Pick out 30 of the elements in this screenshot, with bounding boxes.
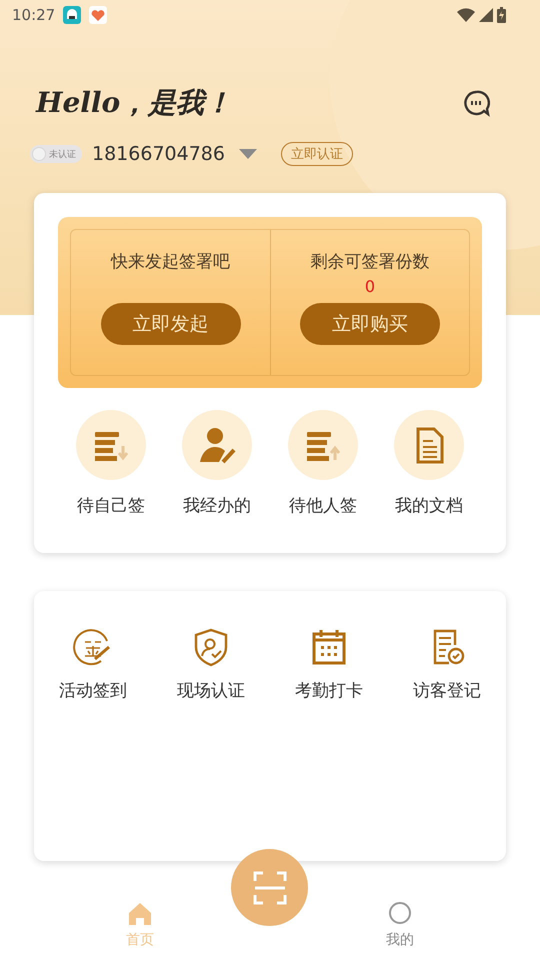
start-button[interactable]: 立即发起 <box>100 303 240 345</box>
clock: 10:27 <box>12 6 56 24</box>
verification-status-badge: 未认证 <box>30 145 82 163</box>
service-label[interactable]: 访客登记 <box>413 679 481 702</box>
phone-number: 18166704786 <box>92 143 225 165</box>
app-notification-icon <box>63 6 82 24</box>
person-pen-icon <box>182 410 252 480</box>
service-label[interactable]: 考勤打卡 <box>295 679 363 702</box>
service-label[interactable]: 活动签到 <box>59 679 127 702</box>
action-label[interactable]: 待他人签 <box>289 494 357 517</box>
nav-tab[interactable]: 我的 <box>380 880 420 960</box>
home-icon <box>126 900 154 928</box>
document-icon <box>394 410 464 480</box>
signal-icon <box>479 8 493 22</box>
greeting-text: Hello，是我！ <box>36 85 232 121</box>
action-label[interactable]: 待自己签 <box>77 494 145 517</box>
caret-icon[interactable] <box>238 148 257 160</box>
scan-icon <box>252 870 288 906</box>
message-icon[interactable] <box>462 89 490 117</box>
signature-seal-icon <box>73 627 113 667</box>
wifi-icon <box>457 8 475 22</box>
panel-prompt: 剩余可签署份数 <box>310 251 430 273</box>
buy-button[interactable]: 立即购买 <box>300 303 440 345</box>
action-label[interactable]: 我经办的 <box>183 494 251 517</box>
app-notification-icon <box>89 6 108 24</box>
remaining-count: 0 <box>364 277 376 298</box>
service-label[interactable]: 现场认证 <box>177 679 245 702</box>
battery-icon <box>497 7 506 23</box>
panel-prompt: 快来发起签署吧 <box>111 251 230 273</box>
action-label[interactable]: 我的文档 <box>395 494 463 517</box>
